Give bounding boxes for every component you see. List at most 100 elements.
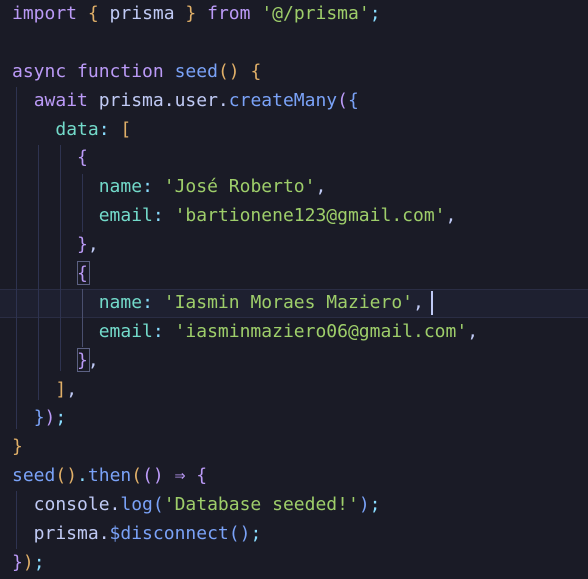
code-token: 'iasminmaziero06@gmail.com' [174, 320, 468, 342]
code-token: 'Database seeded!' [163, 494, 359, 516]
code-token: { [77, 263, 88, 285]
code-line: { [12, 144, 478, 173]
code-line: prisma.$disconnect(); [12, 520, 478, 549]
code-editor[interactable]: import { prisma } from '@/prisma'; async… [0, 0, 588, 579]
code-token: await [33, 89, 88, 111]
code-token: prisma. [12, 523, 110, 545]
code-token: { [196, 465, 208, 487]
code-line: email: 'iasminmaziero06@gmail.com', [12, 318, 478, 347]
code-token: : [142, 176, 164, 198]
code-token: ; [55, 407, 67, 429]
code-line: email: 'bartionene123@gmail.com', [12, 202, 478, 231]
code-token: } [33, 407, 45, 429]
code-token: : [152, 320, 175, 342]
code-token: async [12, 60, 67, 82]
code-token: ) [44, 407, 56, 429]
code-line: name: 'José Roberto', [12, 173, 478, 202]
code-token: ( [152, 494, 164, 516]
code-token: } [185, 3, 197, 24]
code-token: , [87, 349, 99, 371]
code-token: () [228, 523, 251, 545]
code-token: $disconnect [109, 523, 229, 545]
code-line: seed().then(() ⇒ { [12, 462, 478, 491]
code-token: { [77, 147, 88, 169]
code-token: createMany [228, 89, 338, 111]
code-content[interactable]: import { prisma } from '@/prisma'; async… [12, 0, 478, 578]
code-token: [ [120, 118, 132, 140]
code-line: async function seed() { [12, 58, 478, 87]
code-token: : [98, 118, 121, 140]
code-line: import { prisma } from '@/prisma'; [12, 0, 478, 29]
code-line: }); [12, 404, 478, 433]
code-token: '@/prisma' [261, 3, 370, 24]
code-token: } [12, 436, 23, 458]
code-line: }); [12, 549, 478, 578]
code-token: , [87, 234, 99, 256]
code-token: import [12, 3, 78, 24]
code-token: data [55, 118, 99, 140]
code-token: } [77, 349, 88, 371]
code-token: () [217, 60, 240, 82]
code-line: }, [12, 231, 478, 260]
code-line: data: [ [12, 116, 478, 145]
code-token: { [87, 3, 99, 24]
code-token: , [467, 320, 479, 342]
code-token: ) [358, 494, 370, 516]
code-token: ( [337, 89, 348, 111]
code-token: seed [174, 60, 218, 82]
code-token: : [152, 205, 175, 227]
code-token: : [142, 291, 164, 313]
code-token: , [315, 176, 327, 198]
code-token: function [77, 60, 164, 82]
code-token: { [347, 89, 359, 111]
code-token: name [98, 176, 143, 198]
code-token: name [98, 291, 143, 313]
code-token: ] [55, 378, 67, 400]
code-line: { [12, 260, 478, 289]
code-token: email [98, 320, 153, 342]
code-token: console. [12, 494, 121, 516]
code-token: prisma [98, 3, 186, 24]
code-line: } [12, 433, 478, 462]
code-token: prisma.user. [87, 89, 229, 111]
code-token: } [77, 234, 88, 256]
code-token: , [413, 291, 424, 313]
code-token: then [87, 465, 132, 487]
code-token: () [142, 465, 164, 487]
code-token: ; [250, 523, 262, 545]
code-token: { [250, 60, 262, 82]
code-token: , [445, 205, 457, 227]
code-token: log [120, 494, 153, 516]
code-token: 'José Roberto' [163, 176, 316, 198]
code-line: await prisma.user.createMany({ [12, 87, 478, 116]
code-token: 'Iasmin Moraes Maziero' [163, 291, 413, 313]
code-line: }, [12, 347, 478, 376]
code-token: ; [33, 551, 45, 573]
code-line: console.log('Database seeded!'); [12, 491, 478, 520]
code-token: , [66, 378, 78, 400]
code-token: ) [22, 551, 34, 573]
code-token: . [77, 465, 88, 487]
code-token: email [98, 205, 153, 227]
code-token: ; [369, 494, 381, 516]
code-line: name: 'Iasmin Moraes Maziero', [12, 289, 478, 318]
code-token: from [207, 3, 251, 24]
